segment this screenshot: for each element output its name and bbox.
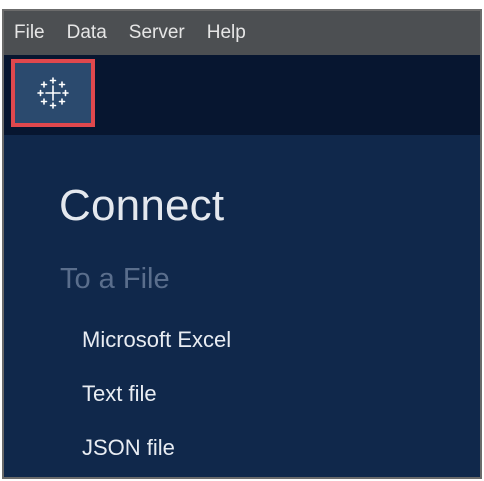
connector-microsoft-excel[interactable]: Microsoft Excel [82,327,231,381]
menu-bar: File Data Server Help [4,11,480,55]
start-page-button[interactable] [11,59,95,127]
connector-json-file[interactable]: JSON file [82,435,231,477]
file-connector-list: Microsoft Excel Text file JSON file [82,327,231,477]
to-a-file-heading: To a File [60,263,170,295]
connect-title: Connect [59,181,225,230]
menu-data[interactable]: Data [67,22,107,44]
toolbar [4,55,480,135]
menu-server[interactable]: Server [129,22,185,44]
menu-help[interactable]: Help [207,22,246,44]
app-window: File Data Server Help Connect To a File … [2,9,482,479]
tableau-logo-icon [37,77,69,109]
connector-text-file[interactable]: Text file [82,381,231,435]
connect-panel: Connect To a File Microsoft Excel Text f… [4,135,480,477]
menu-file[interactable]: File [14,22,45,44]
